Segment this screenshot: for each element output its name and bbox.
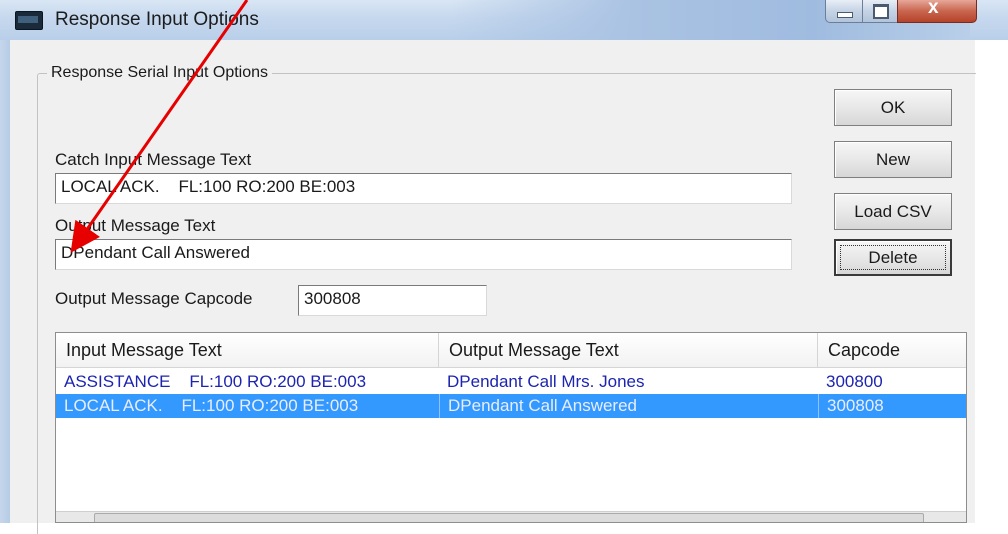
capcode-field[interactable]: 300808: [298, 285, 487, 316]
response-input-options-window: Response Input Options x Response Serial…: [0, 0, 1008, 534]
catch-input-label: Catch Input Message Text: [55, 150, 252, 169]
row-output-text: DPendant Call Mrs. Jones: [447, 372, 645, 391]
load-csv-button-label: Load CSV: [854, 202, 932, 221]
row-capcode: 300808: [818, 394, 966, 418]
load-csv-button[interactable]: Load CSV: [834, 193, 952, 230]
minimize-icon: [837, 12, 853, 18]
list-row[interactable]: ASSISTANCE FL:100 RO:200 BE:003 DPendant…: [56, 370, 966, 394]
close-icon: x: [928, 0, 939, 18]
title-bar[interactable]: Response Input Options x: [0, 0, 1008, 40]
row-input-text: LOCAL ACK. FL:100 RO:200 BE:003: [64, 396, 359, 415]
window-title: Response Input Options: [55, 9, 259, 30]
close-button[interactable]: x: [897, 0, 977, 23]
delete-button-label: Delete: [868, 248, 918, 267]
message-list[interactable]: Input Message Text Output Message Text C…: [55, 332, 967, 523]
horizontal-scrollbar[interactable]: [56, 511, 966, 522]
window-frame-left: [0, 40, 10, 523]
list-row-selected[interactable]: LOCAL ACK. FL:100 RO:200 BE:003 DPendant…: [56, 394, 966, 418]
minimize-button[interactable]: [825, 0, 863, 23]
new-button-label: New: [875, 150, 910, 169]
output-message-label: Output Message Text: [55, 216, 216, 235]
column-header-capcode[interactable]: Capcode: [818, 333, 966, 367]
scrollbar-thumb[interactable]: [94, 513, 924, 522]
maximize-icon: [873, 4, 889, 19]
window-frame-right: [975, 40, 1008, 523]
catch-input-field[interactable]: LOCAL ACK. FL:100 RO:200 BE:003: [55, 173, 792, 204]
list-header: Input Message Text Output Message Text C…: [56, 333, 966, 368]
row-capcode: 300800: [826, 372, 883, 391]
column-header-input[interactable]: Input Message Text: [56, 333, 439, 367]
delete-button[interactable]: Delete: [834, 239, 952, 276]
capcode-label: Output Message Capcode: [55, 289, 253, 308]
app-icon: [15, 11, 43, 30]
new-button[interactable]: New: [834, 141, 952, 178]
maximize-button[interactable]: [862, 0, 898, 23]
output-message-field[interactable]: DPendant Call Answered: [55, 239, 792, 270]
row-output-text: DPendant Call Answered: [439, 394, 818, 418]
row-input-text: ASSISTANCE FL:100 RO:200 BE:003: [64, 372, 367, 391]
groupbox-label: Response Serial Input Options: [47, 64, 273, 82]
ok-button[interactable]: OK: [834, 89, 952, 126]
ok-button-label: OK: [880, 98, 906, 117]
column-header-output[interactable]: Output Message Text: [439, 333, 818, 367]
